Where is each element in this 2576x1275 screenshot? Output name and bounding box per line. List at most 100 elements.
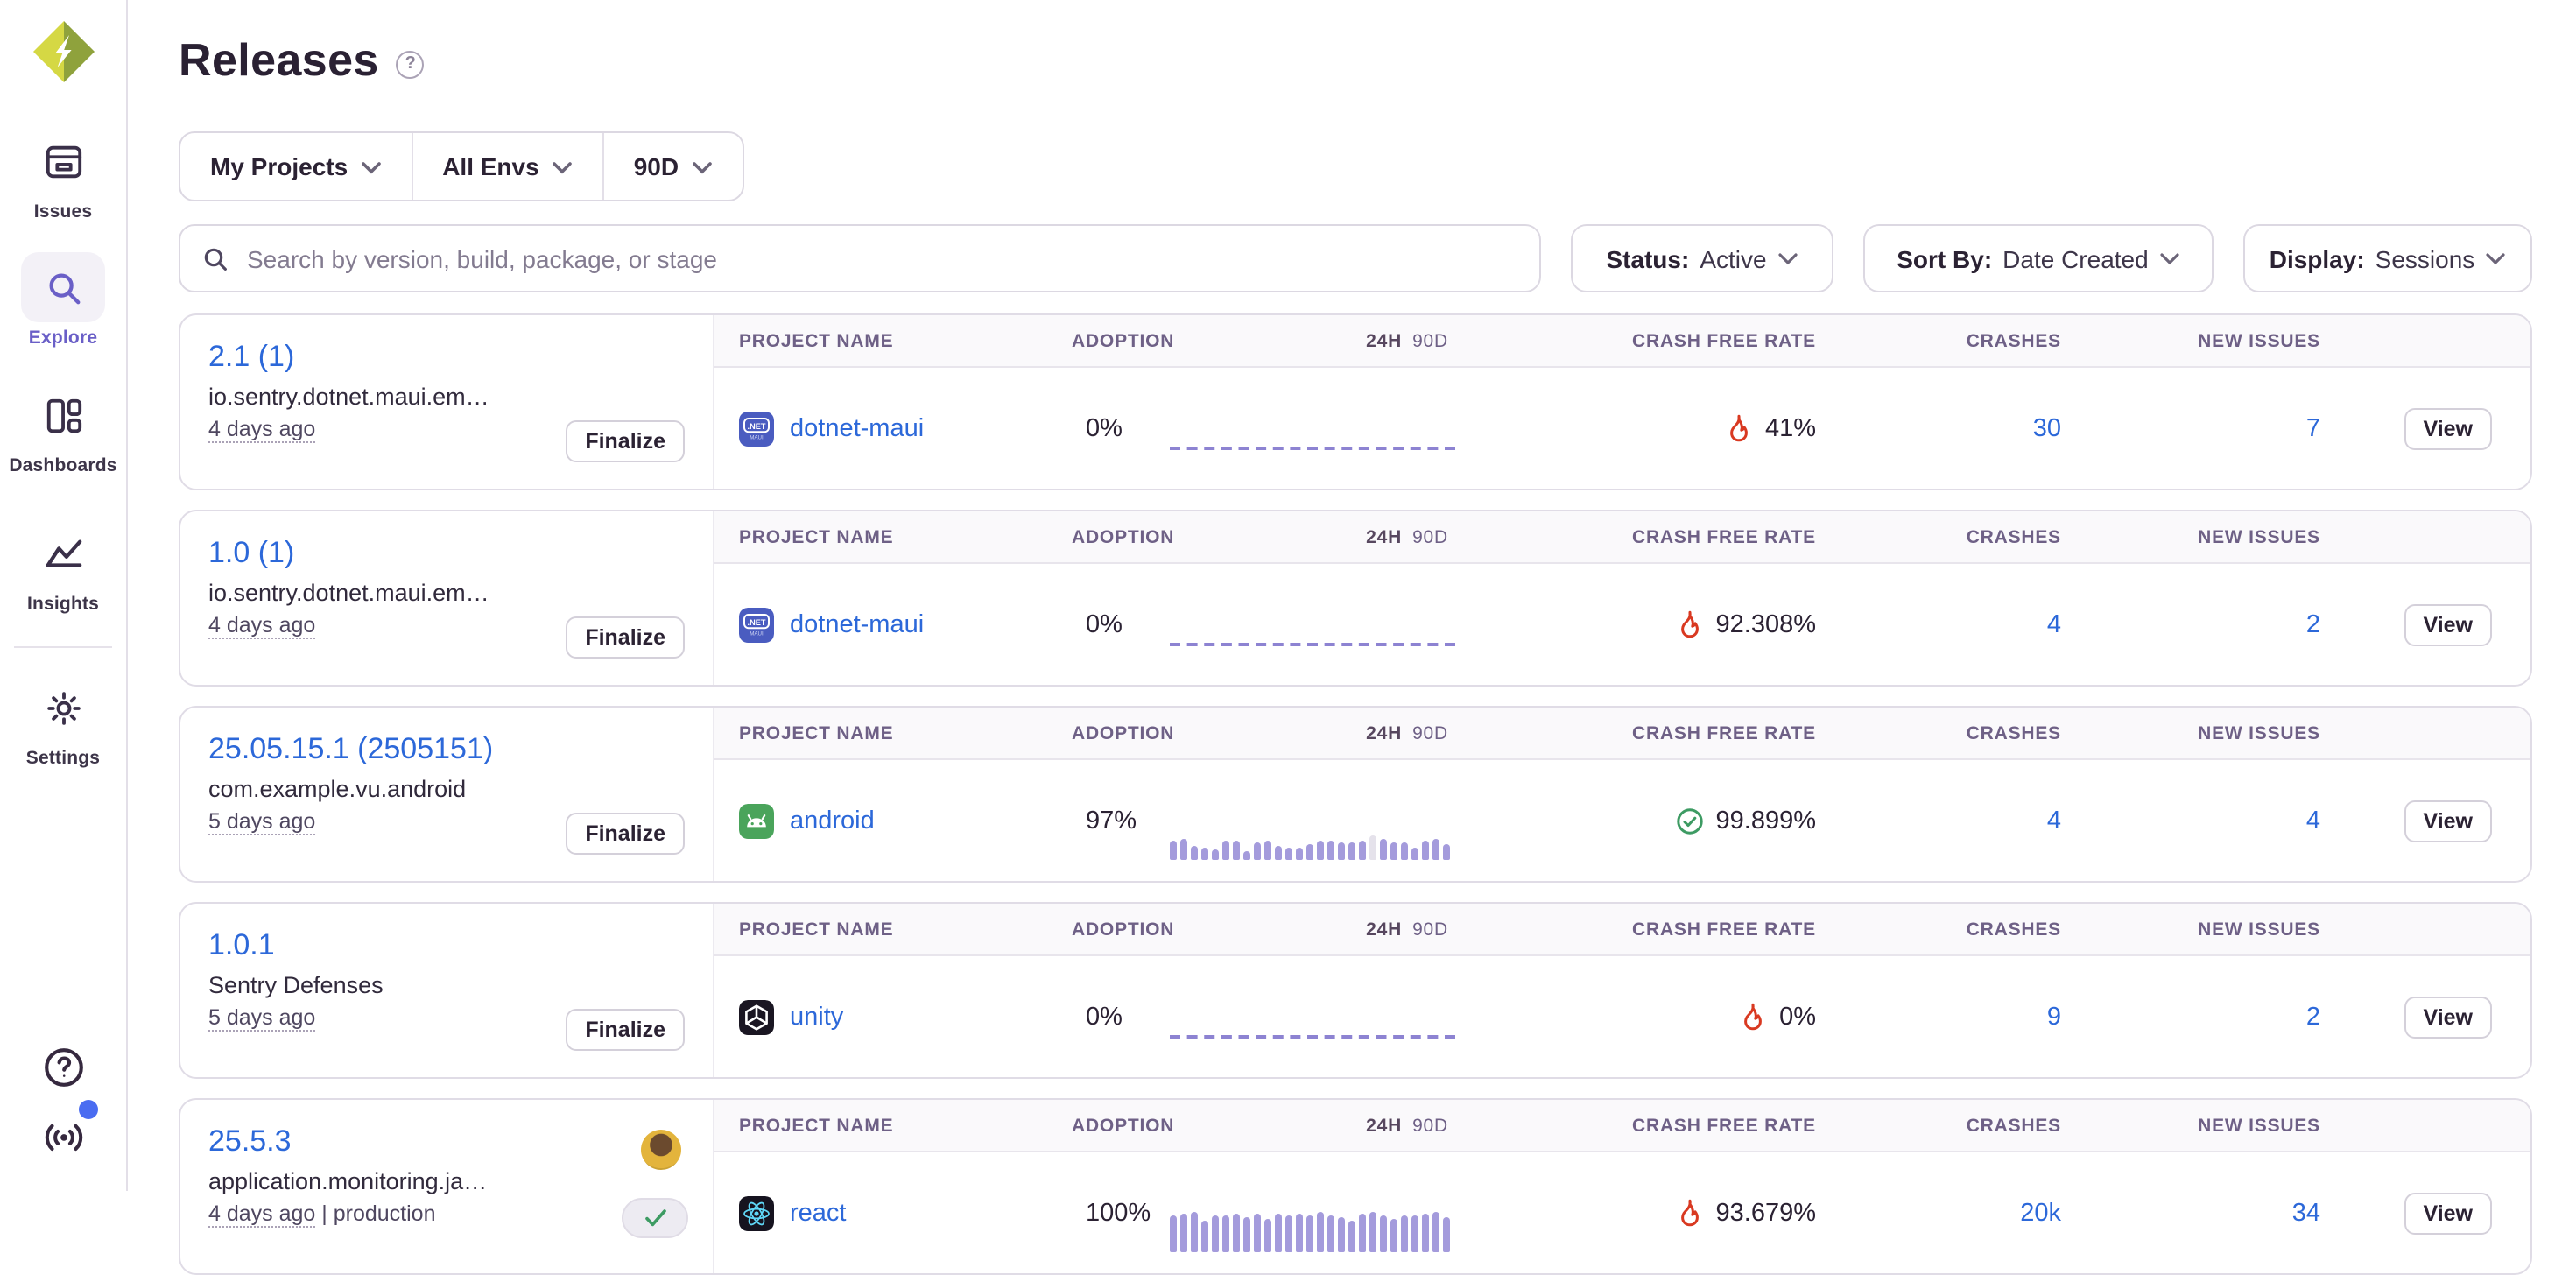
fire-icon <box>1676 1198 1704 1228</box>
finalize-button[interactable]: Finalize <box>566 616 685 659</box>
adoption-sparkline[interactable] <box>1159 1010 1466 1062</box>
chevron-down-icon <box>552 160 573 174</box>
react-icon <box>739 1195 774 1230</box>
sidebar-item-issues[interactable]: Issues <box>21 126 105 222</box>
sidebar-item-label: Settings <box>26 748 100 769</box>
sidebar-item-label: Dashboards <box>9 455 116 476</box>
project-link[interactable]: dotnet-maui <box>790 610 924 638</box>
table-header-row: PROJECT NAME ADOPTION 24H90D CRASH FREE … <box>714 708 2530 760</box>
col-adoption: ADOPTION <box>1072 526 1159 547</box>
col-period: 24H90D <box>1159 1115 1466 1136</box>
page-help-icon[interactable]: ? <box>397 50 425 78</box>
sidebar-item-explore[interactable]: Explore <box>21 252 105 349</box>
chevron-down-icon <box>691 160 712 174</box>
adoption-value: 100% <box>1072 1199 1159 1227</box>
col-period: 24H90D <box>1159 722 1466 743</box>
project-link[interactable]: react <box>790 1199 847 1227</box>
crashes-link[interactable]: 20k <box>2020 1199 2061 1227</box>
finalized-check-pill[interactable] <box>622 1198 688 1238</box>
col-project-name: PROJECT NAME <box>739 919 1072 940</box>
release-meta: 4 days ago | production <box>208 1201 685 1226</box>
sidebar-item-settings[interactable]: Settings <box>21 673 105 769</box>
search-icon <box>43 267 83 307</box>
col-crash-free-rate: CRASH FREE RATE <box>1466 1115 1816 1136</box>
col-project-name: PROJECT NAME <box>739 1115 1072 1136</box>
crashes-cell: 4 <box>1816 807 2061 835</box>
new-issues-link[interactable]: 7 <box>2306 414 2320 442</box>
finalize-button[interactable]: Finalize <box>566 1009 685 1051</box>
crashes-cell: 20k <box>1816 1199 2061 1227</box>
page-filter-bar: My Projects All Envs 90D <box>179 131 743 201</box>
new-issues-link[interactable]: 2 <box>2306 1003 2320 1031</box>
col-project-name: PROJECT NAME <box>739 722 1072 743</box>
col-period: 24H90D <box>1159 526 1466 547</box>
project-link[interactable]: dotnet-maui <box>790 414 924 442</box>
notification-badge <box>78 1100 97 1119</box>
finalize-button[interactable]: Finalize <box>566 813 685 855</box>
new-issues-link[interactable]: 4 <box>2306 807 2320 835</box>
sentry-logo[interactable] <box>31 19 95 84</box>
date-range-filter[interactable]: 90D <box>604 133 742 200</box>
release-version-link[interactable]: 25.5.3 <box>208 1124 292 1159</box>
release-summary: 1.0 (1) io.sentry.dotnet.maui.em… 4 days… <box>180 511 713 685</box>
release-package: io.sentry.dotnet.maui.em… <box>208 384 685 410</box>
project-link[interactable]: unity <box>790 1003 843 1031</box>
crash-free-value: 93.679% <box>1716 1199 1817 1227</box>
crashes-link[interactable]: 4 <box>2047 610 2061 638</box>
adoption-sparkline[interactable] <box>1159 1199 1466 1251</box>
view-button[interactable]: View <box>2404 996 2492 1038</box>
display-dropdown[interactable]: Display: Sessions <box>2243 224 2532 292</box>
crashes-link[interactable]: 9 <box>2047 1003 2061 1031</box>
avatar[interactable] <box>641 1130 681 1170</box>
view-button[interactable]: View <box>2404 407 2492 449</box>
gear-icon <box>43 687 83 728</box>
sidebar-item-insights[interactable]: Insights <box>21 518 105 615</box>
release-version-link[interactable]: 1.0 (1) <box>208 536 294 571</box>
col-period: 24H90D <box>1159 330 1466 351</box>
adoption-value: 0% <box>1072 610 1159 638</box>
release-list: 2.1 (1) io.sentry.dotnet.maui.em… 4 days… <box>179 313 2532 1275</box>
release-version-link[interactable]: 1.0.1 <box>208 928 275 963</box>
adoption-sparkline[interactable] <box>1159 421 1466 474</box>
new-issues-link[interactable]: 34 <box>2292 1199 2320 1227</box>
new-issues-cell: 2 <box>2061 1003 2320 1031</box>
search-input[interactable] <box>243 243 1518 274</box>
crash-free-rate: 0% <box>1466 1002 1816 1032</box>
page-title: Releases <box>179 33 379 88</box>
new-issues-cell: 34 <box>2061 1199 2320 1227</box>
project-filter[interactable]: My Projects <box>180 133 411 200</box>
finalize-button[interactable]: Finalize <box>566 420 685 462</box>
unity-icon <box>739 999 774 1034</box>
crashes-link[interactable]: 4 <box>2047 807 2061 835</box>
view-button[interactable]: View <box>2404 1192 2492 1234</box>
release-version-link[interactable]: 25.05.15.1 (2505151) <box>208 732 493 767</box>
help-icon[interactable] <box>41 1046 85 1089</box>
whats-new-button[interactable] <box>39 1114 87 1166</box>
dashboards-icon <box>43 395 83 435</box>
release-age: 4 days ago <box>208 1201 315 1228</box>
new-issues-link[interactable]: 2 <box>2306 610 2320 638</box>
table-body-row: android 97% 99.899% 4 4 View <box>714 760 2530 881</box>
crashes-link[interactable]: 30 <box>2033 414 2061 442</box>
sort-by-label: Sort By: <box>1897 244 1992 272</box>
issues-icon <box>43 141 83 181</box>
new-issues-cell: 7 <box>2061 414 2320 442</box>
environment-filter[interactable]: All Envs <box>412 133 602 200</box>
col-project-name: PROJECT NAME <box>739 330 1072 351</box>
svg-text:.NET: .NET <box>748 617 766 626</box>
release-summary: 25.5.3 application.monitoring.ja… 4 days… <box>180 1100 713 1273</box>
sidebar-item-dashboards[interactable]: Dashboards <box>9 380 116 476</box>
release-version-link[interactable]: 2.1 (1) <box>208 340 294 375</box>
status-value: Active <box>1700 244 1766 272</box>
status-dropdown[interactable]: Status: Active <box>1571 224 1833 292</box>
sort-by-dropdown[interactable]: Sort By: Date Created <box>1863 224 2214 292</box>
search-icon <box>201 244 229 272</box>
release-card: 1.0 (1) io.sentry.dotnet.maui.em… 4 days… <box>179 510 2532 687</box>
project-link[interactable]: android <box>790 807 875 835</box>
adoption-sparkline[interactable] <box>1159 807 1466 859</box>
view-button[interactable]: View <box>2404 800 2492 842</box>
view-button[interactable]: View <box>2404 603 2492 645</box>
adoption-value: 0% <box>1072 414 1159 442</box>
release-package: io.sentry.dotnet.maui.em… <box>208 580 685 606</box>
adoption-sparkline[interactable] <box>1159 617 1466 670</box>
